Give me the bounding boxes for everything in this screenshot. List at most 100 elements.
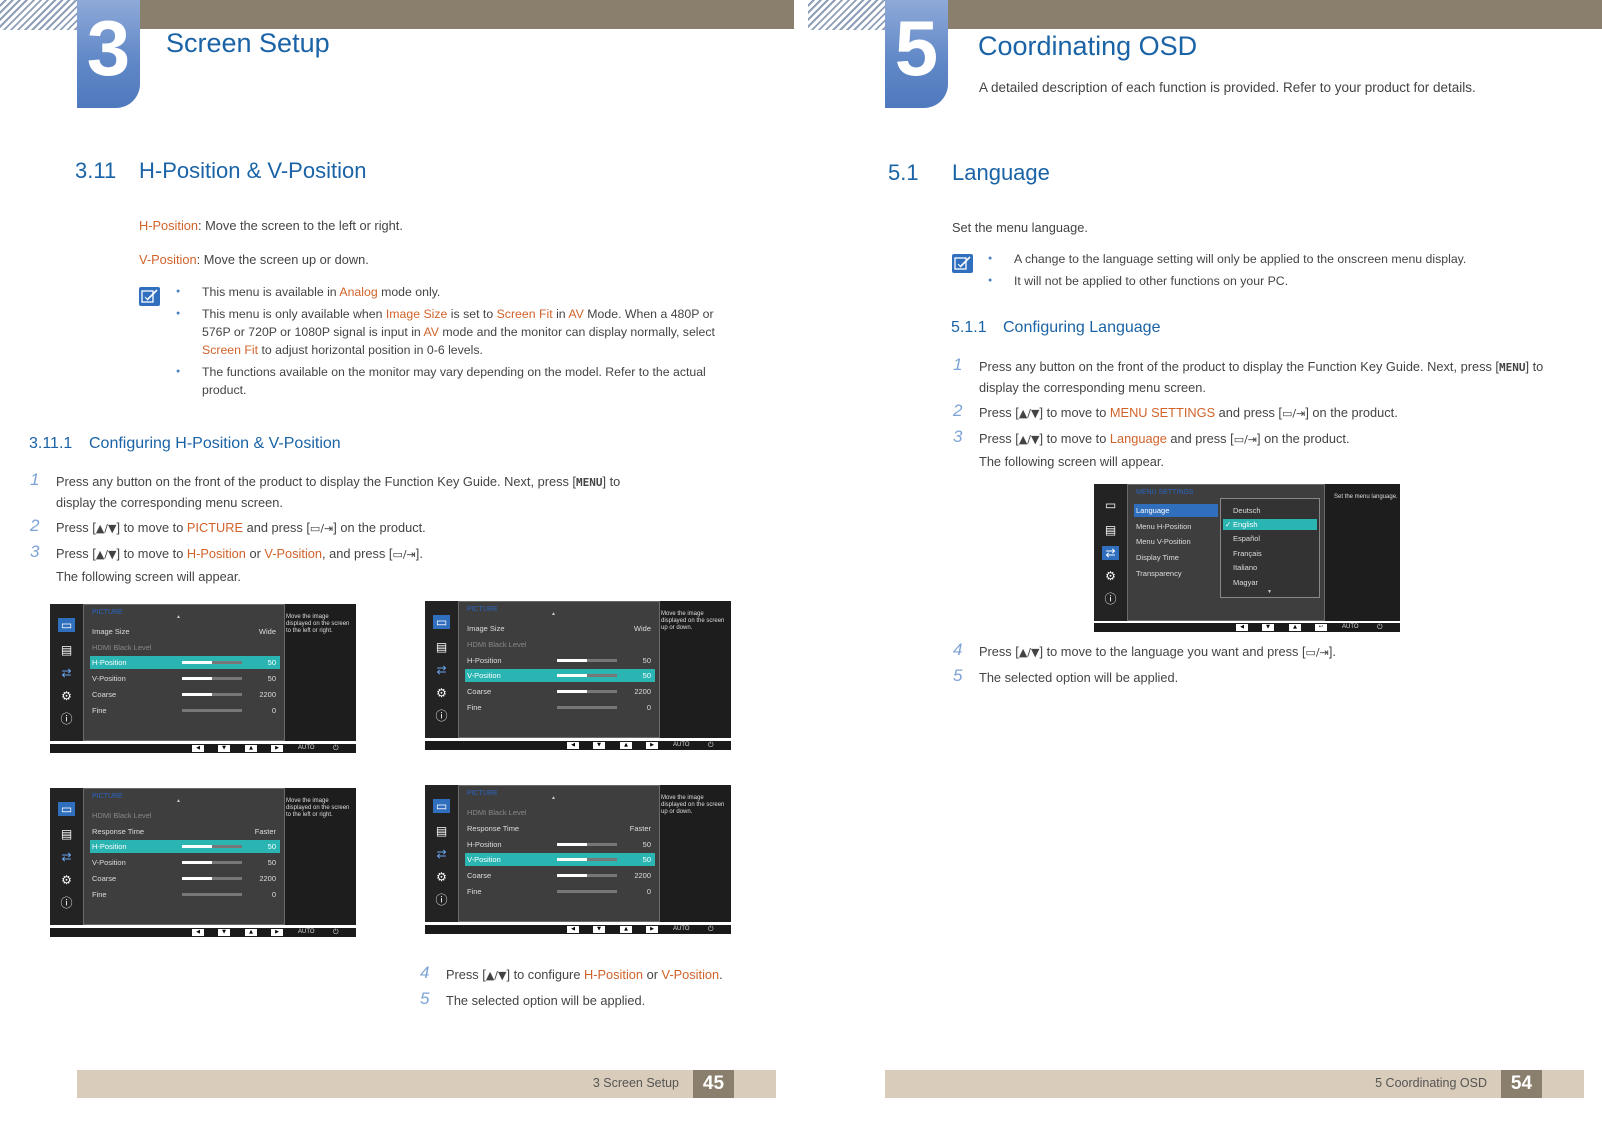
monitor-icon: ▭ bbox=[433, 615, 450, 629]
info-icon: ⓘ bbox=[60, 712, 73, 726]
osd-row: Fine 0 bbox=[467, 887, 651, 896]
position-icon: ⇄ bbox=[61, 666, 72, 680]
osd-row: Display Time bbox=[1136, 553, 1179, 562]
osd-row: Fine 0 bbox=[467, 703, 651, 712]
down-key-icon: ▼ bbox=[1262, 624, 1274, 631]
page-number: 45 bbox=[693, 1070, 734, 1098]
header-bar bbox=[140, 0, 794, 29]
scroll-up-icon: ▲ bbox=[551, 795, 556, 801]
enter-icon: ▭/⇥ bbox=[1281, 407, 1306, 420]
chapter-title: Coordinating OSD bbox=[978, 31, 1198, 61]
osd-row: Coarse 2200 bbox=[467, 687, 651, 696]
scroll-up-icon: ▲ bbox=[176, 798, 181, 804]
osd-help: Move the image displayed on the screen t… bbox=[286, 798, 350, 818]
step-list: 1 Press any button on the front of the pr… bbox=[953, 355, 1548, 472]
power-icon: ⏻ bbox=[333, 929, 339, 936]
step-list-continued: 4 Press [▲/▼] to move to the language you… bbox=[953, 640, 1548, 693]
return-key-icon: ↩ bbox=[1315, 624, 1327, 631]
right-key-icon: ▶ bbox=[271, 929, 283, 936]
osd-row: Coarse 2200 bbox=[467, 871, 651, 880]
right-key-icon: ▶ bbox=[271, 745, 283, 752]
left-key-icon: ◀ bbox=[192, 929, 204, 936]
up-key-icon: ▲ bbox=[245, 929, 257, 936]
section-number: 5.1 bbox=[888, 160, 919, 185]
osd-row: HDMI Black Level bbox=[92, 643, 152, 652]
right-key-icon: ▶ bbox=[646, 926, 658, 933]
subsection-title: Configuring H-Position & V-Position bbox=[89, 435, 341, 452]
right-key-icon: ▶ bbox=[646, 742, 658, 749]
monitor-icon: ▭ bbox=[1104, 498, 1117, 512]
step-item: 4 Press [▲/▼] to configure H-Position or … bbox=[420, 963, 723, 982]
power-icon: ⏻ bbox=[333, 745, 339, 752]
position-icon: ⇄ bbox=[436, 847, 447, 861]
osd-key-guide: ◀ ▼ ▲ ▶ AUTO ⏻ bbox=[50, 928, 356, 937]
up-key-icon: ▲ bbox=[620, 742, 632, 749]
step-item: 2 Press [▲/▼] to move to PICTURE and pres… bbox=[30, 516, 426, 535]
left-key-icon: ◀ bbox=[192, 745, 204, 752]
note-list: This menu is available in Analog mode on… bbox=[176, 283, 724, 403]
enter-icon: ▭/⇥ bbox=[392, 548, 416, 561]
updown-icon: ▲/▼ bbox=[1018, 433, 1040, 446]
step-item: 5 The selected option will be applied. bbox=[953, 666, 1179, 685]
osd-key-guide: ◀ ▼ ▲ ▶ AUTO ⏻ bbox=[425, 741, 731, 750]
up-key-icon: ▲ bbox=[1289, 624, 1301, 631]
osd-row: Menu V-Position bbox=[1136, 537, 1191, 546]
section-number: 3.11 bbox=[75, 158, 117, 183]
gear-icon: ⚙ bbox=[61, 873, 72, 887]
chapter-title: Screen Setup bbox=[166, 28, 330, 58]
osd-help: Move the image displayed on the screen u… bbox=[661, 611, 725, 631]
enter-icon: ▭/⇥ bbox=[309, 522, 334, 535]
picture-icon: ▤ bbox=[1104, 523, 1117, 537]
step-note: The following screen will appear. bbox=[56, 569, 241, 584]
down-key-icon: ▼ bbox=[593, 742, 605, 749]
osd-help: Set the menu language. bbox=[1334, 494, 1398, 500]
footer-chapter: 5 Coordinating OSD bbox=[1375, 1076, 1487, 1090]
language-option: Italiano bbox=[1233, 563, 1258, 572]
gear-icon: ⚙ bbox=[1105, 569, 1116, 583]
page-54: 5 Coordinating OSD A detailed descriptio… bbox=[808, 0, 1602, 1122]
monitor-icon: ▭ bbox=[433, 799, 450, 813]
osd-row: HDMI Black Level bbox=[467, 640, 527, 649]
updown-icon: ▲/▼ bbox=[1018, 646, 1040, 659]
osd-row: H-Position 50 bbox=[467, 656, 651, 665]
language-option-selected: ✓ English bbox=[1223, 519, 1317, 530]
position-icon: ⇄ bbox=[436, 663, 447, 677]
updown-icon: ▲/▼ bbox=[95, 522, 117, 535]
osd-row: Transparency bbox=[1136, 569, 1182, 578]
osd-menu-title: MENU SETTINGS bbox=[1136, 489, 1194, 496]
osd-row-selected: V-Position 50 bbox=[465, 669, 655, 682]
subsection-number: 5.1.1 bbox=[951, 319, 987, 336]
position-icon: ⇄ bbox=[61, 850, 72, 864]
osd-sidebar: ▭ ▤ ⇄ ⚙ ⓘ bbox=[50, 604, 83, 741]
osd-key-guide: ◀ ▼ ▲ ▶ AUTO ⏻ bbox=[50, 744, 356, 753]
enter-icon: ▭/⇥ bbox=[1233, 433, 1258, 446]
step-item: 2 Press [▲/▼] to move to MENU SETTINGS an… bbox=[953, 401, 1398, 420]
step-list-continued: 4 Press [▲/▼] to configure H-Position or … bbox=[420, 963, 780, 1016]
h-position-desc: H-Position: Move the screen to the left … bbox=[139, 218, 403, 233]
language-option: Español bbox=[1233, 534, 1261, 543]
info-icon: ⓘ bbox=[1104, 592, 1117, 606]
picture-icon: ▤ bbox=[435, 824, 448, 838]
osd-row: Fine 0 bbox=[92, 706, 276, 715]
osd-row: V-Position 50 bbox=[92, 858, 276, 867]
note-item: The functions available on the monitor m… bbox=[176, 363, 724, 399]
down-key-icon: ▼ bbox=[218, 929, 230, 936]
osd-screen-h-position: ▭ ▤ ⇄ ⚙ ⓘ PICTURE ▲ Image Size Wide HDMI … bbox=[50, 604, 356, 754]
step-item: 3 Press [▲/▼] to move to H-Position or V-… bbox=[30, 542, 423, 561]
gear-icon: ⚙ bbox=[436, 870, 447, 884]
osd-menu: PICTURE ▲ Image Size Wide HDMI Black Leve… bbox=[83, 604, 285, 741]
section-heading: 5.1 Language bbox=[888, 160, 1050, 186]
gear-icon: ⚙ bbox=[61, 689, 72, 703]
step-list: 1 Press any button on the front of the pr… bbox=[30, 470, 630, 587]
page-number: 54 bbox=[1501, 1070, 1542, 1098]
section-title: H-Position & V-Position bbox=[139, 158, 367, 183]
osd-menu-title: PICTURE bbox=[92, 793, 123, 800]
down-key-icon: ▼ bbox=[593, 926, 605, 933]
gear-icon: ⚙ bbox=[436, 686, 447, 700]
left-key-icon: ◀ bbox=[1236, 624, 1248, 631]
note-item: This menu is available in Analog mode on… bbox=[176, 283, 724, 301]
step-item: 4 Press [▲/▼] to move to the language you… bbox=[953, 640, 1336, 659]
chapter-number: 3 bbox=[77, 0, 140, 108]
header-hatch bbox=[808, 0, 885, 30]
note-item: A change to the language setting will on… bbox=[988, 250, 1548, 268]
